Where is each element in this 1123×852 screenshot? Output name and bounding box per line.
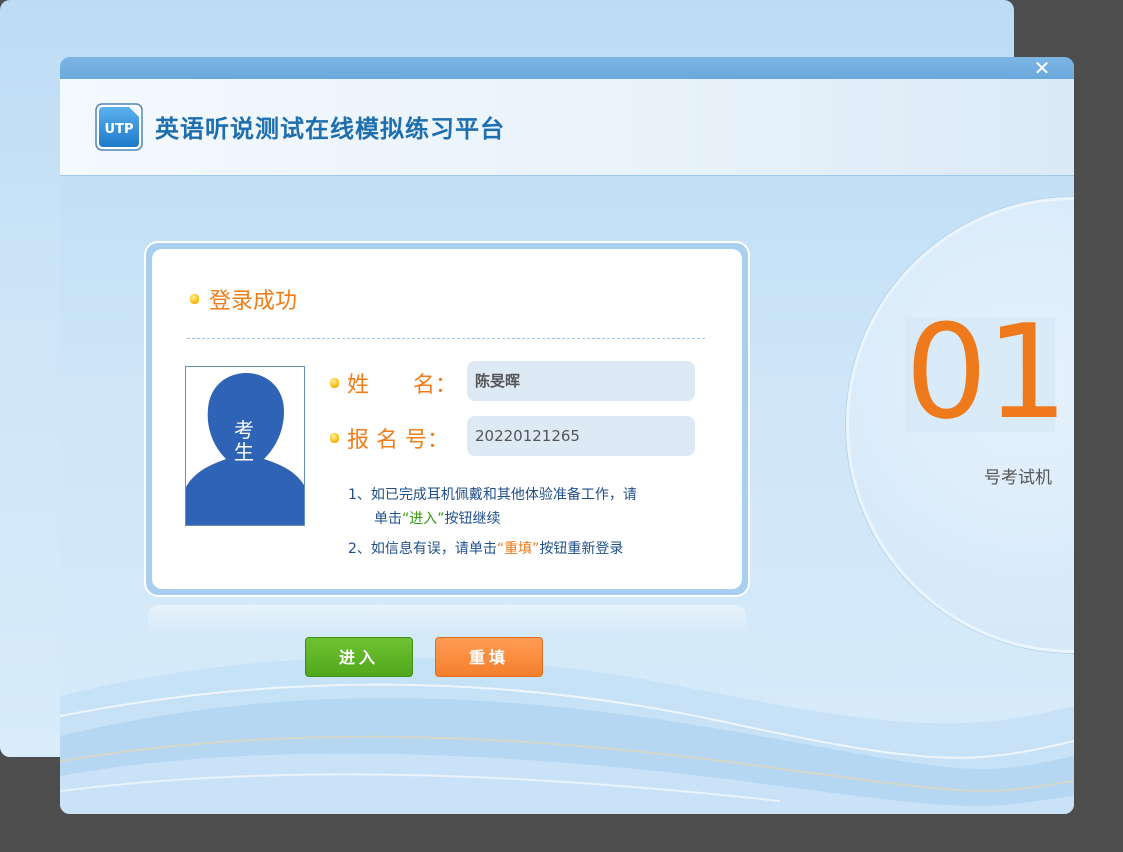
reset-button[interactable]: 重填 [435, 637, 543, 677]
login-dialog: ✕ UTP 英语听说测试在线模拟练习平台 01 号考试机 登录成功 考生 姓 名… [60, 57, 1074, 814]
login-status: 登录成功 [190, 283, 297, 315]
reg-number-field: 20220121265 [467, 416, 695, 456]
svg-text:UTP: UTP [105, 122, 134, 137]
bullet-dot-icon [330, 378, 339, 388]
enter-button[interactable]: 进入 [305, 637, 413, 677]
instruction-text: 按钮继续 [444, 511, 501, 527]
instruction-enter-highlight: “进入” [402, 511, 445, 527]
instruction-text: 按钮重新登录 [539, 541, 624, 557]
name-field: 陈旻晖 [467, 361, 695, 401]
utp-logo-icon: UTP [95, 103, 143, 151]
reg-row: 报 名 号： [330, 422, 449, 454]
login-status-text: 登录成功 [209, 289, 298, 314]
student-photo: 考生 [185, 366, 305, 526]
instruction-reset-highlight: “重填” [496, 541, 540, 557]
instruction-line-1: 1、如已完成耳机佩戴和其他体验准备工作，请 [348, 487, 637, 503]
instruction-line-1b: 单击“进入”按钮继续 [348, 507, 693, 531]
photo-caption: 考生 [234, 418, 254, 464]
instructions: 1、如已完成耳机佩戴和其他体验准备工作，请 单击“进入”按钮继续 2、如信息有误… [348, 483, 693, 561]
bullet-dot-icon [330, 433, 339, 443]
machine-number: 01 [905, 296, 1068, 448]
titlebar: ✕ [60, 57, 1074, 79]
app-title: 英语听说测试在线模拟练习平台 [155, 115, 505, 143]
bullet-dot-icon [190, 294, 199, 304]
close-icon[interactable]: ✕ [1032, 58, 1052, 78]
dashed-divider [187, 338, 705, 339]
instruction-text: 2、如信息有误，请单击 [348, 541, 497, 557]
name-label: 姓 名： [347, 373, 458, 398]
app-header: UTP 英语听说测试在线模拟练习平台 [60, 79, 1074, 176]
instruction-text: 单击 [374, 511, 402, 527]
card-reflection [148, 605, 746, 635]
instruction-line-2: 2、如信息有误，请单击“重填”按钮重新登录 [348, 537, 693, 561]
name-row: 姓 名： [330, 367, 457, 399]
reg-label: 报 名 号： [347, 428, 449, 453]
machine-label: 号考试机 [984, 468, 1052, 488]
